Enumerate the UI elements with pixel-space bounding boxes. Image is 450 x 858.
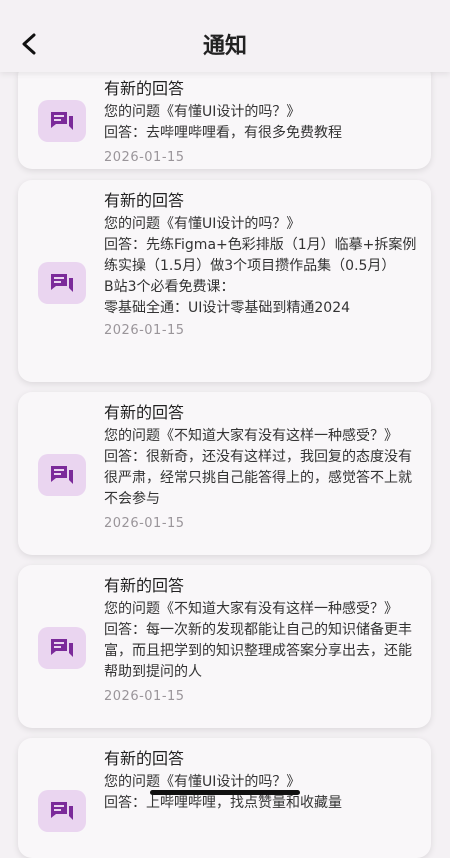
answer-line: B站3个必看免费课： [104,279,235,295]
notification-content: 有新的回答 您的问题《有懂UI设计的吗？》 回答：先练Figma+色彩排版（1月… [104,190,419,341]
notification-card[interactable]: 有新的回答 您的问题《有懂UI设计的吗？》 回答：去哔哩哔哩看，有很多免费教程 … [18,62,431,169]
page-title: 通知 [202,34,247,59]
answer-line: 回答：先练Figma+色彩排版（1月）临摹+拆案例练实操（1.5月）做3个项目攒… [104,237,417,274]
notification-content: 有新的回答 您的问题《有懂UI设计的吗？》 回答：上哔哩哔哩，找点赞量和收藏量 [104,748,419,814]
answer-line: 回答：很新奇，还没有这样过，我回复的态度没有很严肃，经常只挑自己能答得上的，感觉… [104,449,412,507]
notification-card[interactable]: 有新的回答 您的问题《不知道大家有没有这样一种感受？》 回答：每一次新的发现都能… [18,565,431,728]
notification-content: 有新的回答 您的问题《有懂UI设计的吗？》 回答：去哔哩哔哩看，有很多免费教程 … [104,78,419,168]
message-icon-box [38,454,86,496]
notification-title: 有新的回答 [104,576,185,595]
notification-card[interactable]: 有新的回答 您的问题《不知道大家有没有这样一种感受？》 回答：很新奇，还没有这样… [18,392,431,555]
chat-bubble-icon [51,112,73,130]
notification-date: 2026-01-15 [104,323,185,338]
notification-title: 有新的回答 [104,403,185,422]
answer-line: 回答：每一次新的发现都能让自己的知识储备更丰富，而且把学到的知识整理成答案分享出… [104,622,412,680]
message-icon-box [38,790,86,832]
chat-bubble-icon [51,802,73,820]
message-icon-box [38,100,86,142]
question-line: 您的问题《有懂UI设计的吗？》 [104,104,301,120]
home-indicator[interactable] [150,790,300,795]
chat-bubble-icon [51,639,73,657]
message-icon-box [38,627,86,669]
chat-bubble-icon [51,466,73,484]
notification-card[interactable]: 有新的回答 您的问题《有懂UI设计的吗？》 回答：先练Figma+色彩排版（1月… [18,180,431,382]
notification-date: 2026-01-15 [104,689,185,704]
message-icon-box [38,262,86,304]
notification-content: 有新的回答 您的问题《不知道大家有没有这样一种感受？》 回答：每一次新的发现都能… [104,575,419,707]
notification-title: 有新的回答 [104,749,185,768]
question-line: 您的问题《有懂UI设计的吗？》 [104,216,301,232]
notification-card[interactable]: 有新的回答 您的问题《有懂UI设计的吗？》 回答：上哔哩哔哩，找点赞量和收藏量 [18,738,431,858]
top-bar: 通知 [0,0,450,72]
answer-line: 零基础全通：UI设计零基础到精通2024 [104,300,351,316]
notification-content: 有新的回答 您的问题《不知道大家有没有这样一种感受？》 回答：很新奇，还没有这样… [104,402,419,534]
notification-title: 有新的回答 [104,79,185,98]
answer-line: 回答：去哔哩哔哩看，有很多免费教程 [104,125,342,141]
notification-date: 2026-01-15 [104,516,185,531]
notification-title: 有新的回答 [104,191,185,210]
answer-line: 回答：上哔哩哔哩，找点赞量和收藏量 [104,795,342,811]
chat-bubble-icon [51,274,73,292]
question-line: 您的问题《不知道大家有没有这样一种感受？》 [104,428,398,444]
question-line: 您的问题《不知道大家有没有这样一种感受？》 [104,601,398,617]
notification-date: 2026-01-15 [104,150,185,165]
